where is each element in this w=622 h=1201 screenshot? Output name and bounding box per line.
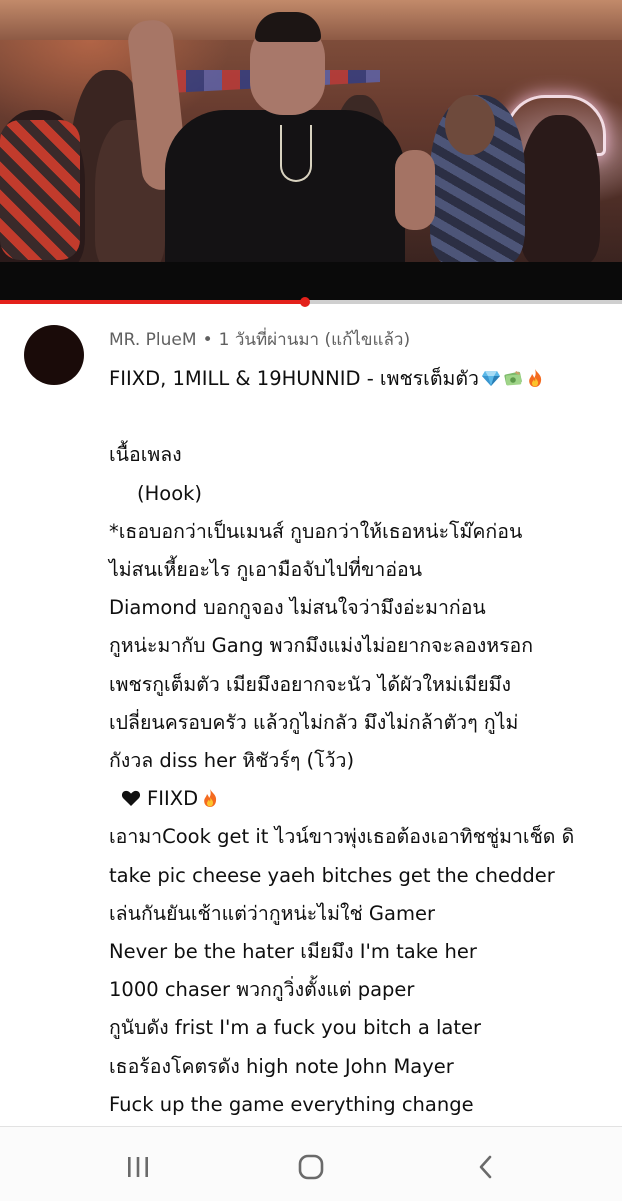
system-navigation-bar	[0, 1126, 622, 1201]
black-heart-icon	[121, 788, 141, 808]
lyric-line: Fuck up the game everything change	[109, 1092, 474, 1116]
meta-separator: •	[202, 330, 213, 350]
video-progress-bar[interactable]	[0, 297, 622, 307]
comment-title-line: FIIXD, 1MILL & 19HUNNID - เพชรเต็มตัว	[109, 360, 605, 398]
lyric-line: เล่นกันยันเช้าแต่ว่ากูหน่ะไม่ใช่ Gamer	[109, 901, 435, 925]
video-frame	[0, 0, 622, 262]
lyric-line: เธอร้องโคตรดัง high note John Mayer	[109, 1054, 454, 1078]
fire-emoji-icon	[200, 788, 220, 808]
lyric-line: กังวล diss her หิชัวร์ๆ (โว้ว)	[109, 749, 355, 773]
lyric-line: take pic cheese yaeh bitches get the che…	[109, 863, 555, 887]
lyric-line: Never be the hater เมียมึง I'm take her	[109, 940, 477, 964]
comment-meta: MR. PlueM • 1 วันที่ผ่านมา (แก้ไขแล้ว)	[109, 326, 410, 353]
comment-author[interactable]: MR. PlueM	[109, 330, 197, 350]
comment-time: 1 วันที่ผ่านมา	[218, 330, 320, 350]
lyric-line: *เธอบอกว่าเป็นเมนส์ กูบอกว่าให้เธอหน่ะโม…	[109, 519, 523, 543]
lyric-line: เพชรกูเต็มตัว เมียมึงอยากจะนัว ได้ผัวใหม…	[109, 672, 512, 696]
lyric-line: เปลี่ยนครอบครัว แล้วกูไม่กลัว มึงไม่กล้า…	[109, 710, 519, 734]
video-progress-thumb[interactable]	[299, 297, 310, 307]
lyric-line: กูหน่ะมากับ Gang พวกมึงแม่งไม่อยากจะลองห…	[109, 634, 534, 658]
lyrics-label: เนื้อเพลง	[109, 443, 182, 467]
video-player[interactable]	[0, 0, 622, 300]
gem-emoji-icon	[481, 368, 501, 388]
money-emoji-icon	[503, 368, 523, 388]
artist-tag: FIIXD	[147, 787, 199, 811]
hook-label: (Hook)	[137, 481, 203, 505]
lyric-line: ไม่สนเหี้ยอะไร กูเอามือจับไปที่ขาอ่อน	[109, 558, 423, 581]
fire-emoji-icon	[525, 368, 545, 388]
comment-edited-label: (แก้ไขแล้ว)	[324, 330, 411, 350]
recent-apps-icon[interactable]	[118, 1147, 158, 1187]
artist-tag-line: FIIXD	[109, 780, 605, 818]
comment-body: FIIXD, 1MILL & 19HUNNID - เพชรเต็มตัว เน…	[109, 360, 605, 1124]
comment-title: FIIXD, 1MILL & 19HUNNID - เพชรเต็มตัว	[109, 367, 479, 390]
lyric-line: Diamond บอกกูจอง ไม่สนใจว่ามึงอ่ะมาก่อน	[109, 596, 486, 620]
lyric-line: กูนับดัง frist I'm a fuck you bitch a la…	[109, 1016, 482, 1040]
commenter-avatar[interactable]	[24, 325, 84, 385]
lyric-line: 1000 chaser พวกกูวิ่งตั้งแต่ paper	[109, 978, 415, 1002]
lyric-line: เอามาCook get it ไวน์ขาวพุ่งเธอต้องเอาทิ…	[109, 825, 575, 849]
home-icon[interactable]	[291, 1147, 331, 1187]
back-icon[interactable]	[466, 1147, 506, 1187]
video-progress-fill	[0, 300, 305, 304]
